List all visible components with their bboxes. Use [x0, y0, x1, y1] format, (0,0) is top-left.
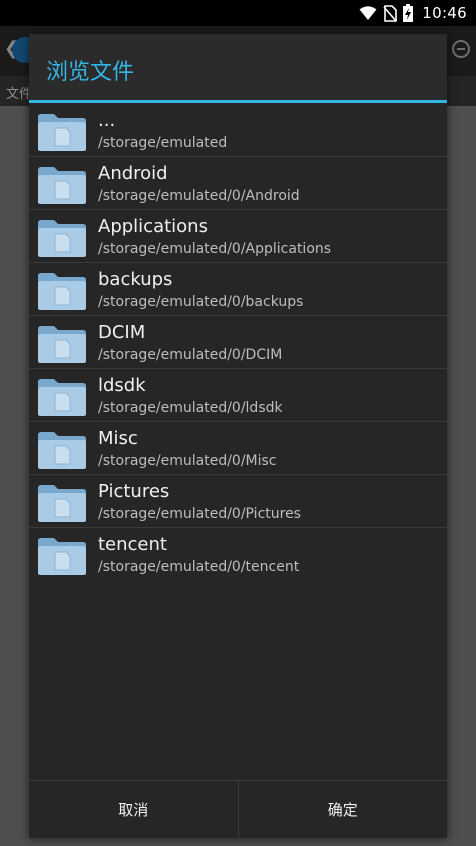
folder-name: backups: [98, 269, 173, 290]
folder-icon: [36, 483, 88, 523]
folder-icon: [36, 271, 88, 311]
wifi-icon: [359, 5, 377, 21]
list-item[interactable]: DCIM /storage/emulated/0/DCIM: [29, 316, 447, 369]
folder-icon: [36, 324, 88, 364]
dialog-button-bar: 取消 确定: [29, 780, 447, 838]
file-list: ... /storage/emulated Android /storage/e…: [29, 104, 447, 581]
folder-name: tencent: [98, 534, 167, 555]
list-item[interactable]: Pictures /storage/emulated/0/Pictures: [29, 475, 447, 528]
folder-path: /storage/emulated/0/Applications: [98, 241, 332, 257]
folder-icon: [36, 430, 88, 470]
title-divider: [29, 100, 447, 103]
list-item[interactable]: ... /storage/emulated: [29, 104, 447, 157]
folder-name: DCIM: [98, 322, 146, 343]
folder-icon: [36, 536, 88, 576]
folder-icon: [36, 377, 88, 417]
folder-name: Android: [98, 163, 168, 184]
dialog-header: 浏览文件: [29, 34, 447, 103]
folder-path: /storage/emulated/0/DCIM: [98, 347, 283, 363]
list-item[interactable]: Android /storage/emulated/0/Android: [29, 157, 447, 210]
folder-path: /storage/emulated/0/Pictures: [98, 506, 301, 522]
ok-button[interactable]: 确定: [238, 781, 447, 838]
folder-icon: [36, 112, 88, 152]
list-item[interactable]: Applications /storage/emulated/0/Applica…: [29, 210, 447, 263]
battery-charging-icon: [403, 4, 414, 22]
cancel-button[interactable]: 取消: [29, 781, 238, 838]
folder-name: ldsdk: [98, 375, 146, 396]
clock: 10:46: [422, 4, 467, 22]
folder-icon: [36, 218, 88, 258]
folder-name: Pictures: [98, 481, 170, 502]
folder-path: /storage/emulated/0/Android: [98, 188, 300, 204]
list-item[interactable]: ldsdk /storage/emulated/0/ldsdk: [29, 369, 447, 422]
folder-icon: [36, 165, 88, 205]
folder-name: ...: [98, 110, 116, 131]
list-item[interactable]: backups /storage/emulated/0/backups: [29, 263, 447, 316]
folder-path: /storage/emulated/0/backups: [98, 294, 304, 310]
list-item[interactable]: tencent /storage/emulated/0/tencent: [29, 528, 447, 581]
folder-name: Misc: [98, 428, 138, 449]
folder-path: /storage/emulated/0/ldsdk: [98, 400, 283, 416]
folder-name: Applications: [98, 216, 208, 237]
no-sim-icon: [383, 4, 398, 22]
dialog-title: 浏览文件: [46, 60, 135, 85]
browse-files-dialog: 浏览文件 ... /storage/emulated Android /stor…: [29, 34, 447, 838]
list-item[interactable]: Misc /storage/emulated/0/Misc: [29, 422, 447, 475]
folder-path: /storage/emulated/0/tencent: [98, 559, 300, 575]
folder-path: /storage/emulated/0/Misc: [98, 453, 277, 469]
folder-path: /storage/emulated: [98, 135, 228, 151]
status-bar: 10:46: [0, 0, 476, 26]
